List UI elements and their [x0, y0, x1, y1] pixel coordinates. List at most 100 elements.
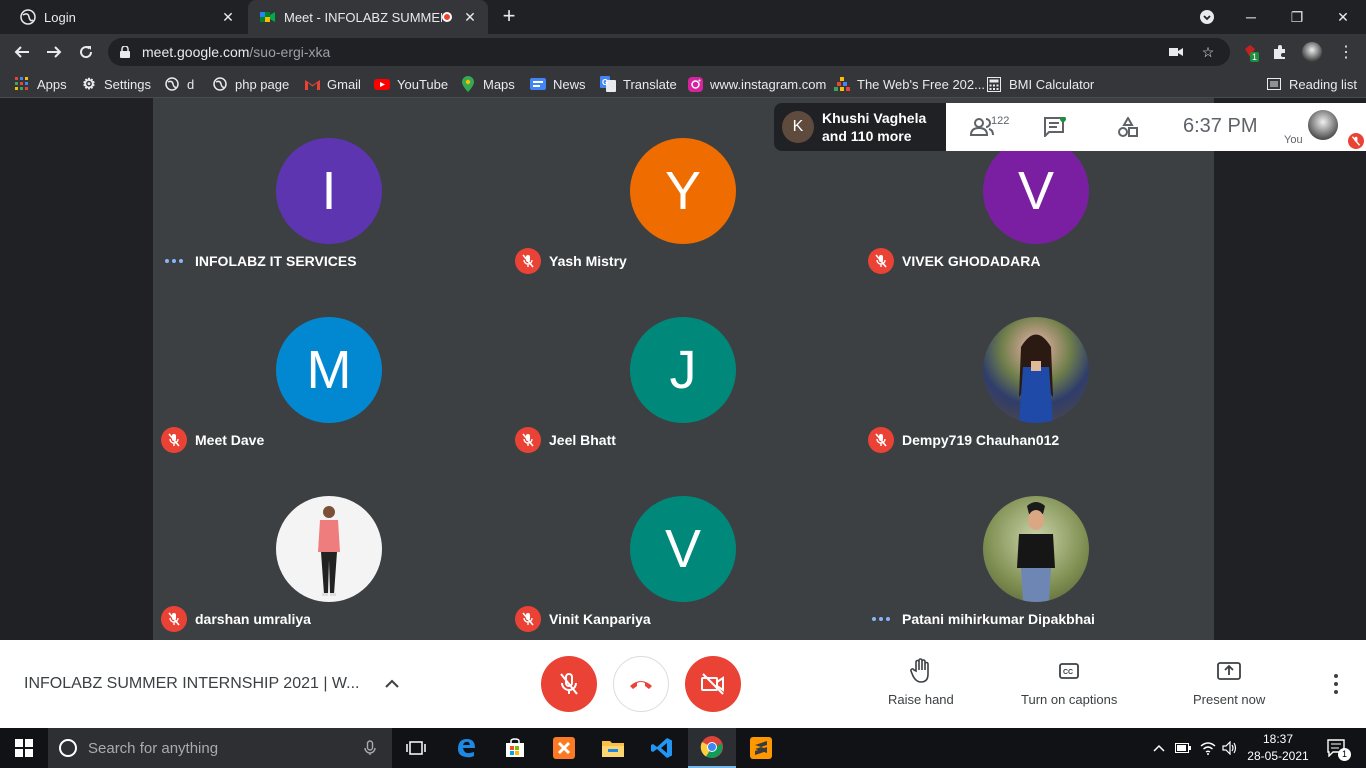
camera-permission-icon[interactable]: [1168, 44, 1184, 60]
new-tab-button[interactable]: +: [498, 5, 520, 28]
avatar: J: [630, 317, 736, 423]
participant-tile[interactable]: M Meet Dave: [153, 277, 507, 456]
avatar-initial: V: [1017, 161, 1055, 221]
mic-off-icon: [515, 248, 541, 274]
participant-name: Yash Mistry: [549, 253, 627, 269]
tab-login[interactable]: Login ✕: [8, 0, 246, 34]
participant-tile[interactable]: V Vinit Kanpariya: [507, 456, 861, 635]
volume-icon[interactable]: [1220, 728, 1240, 768]
bookmark-settings[interactable]: ⚙ Settings: [81, 70, 151, 98]
participant-name: INFOLABZ IT SERVICES: [195, 253, 357, 269]
meeting-controls-bar: INFOLABZ SUMMER INTERNSHIP 2021 | W... R…: [0, 640, 1366, 728]
raise-hand-button[interactable]: Raise hand: [888, 658, 954, 707]
edge-browser-icon[interactable]: [442, 728, 490, 768]
participant-name: darshan umraliya: [195, 611, 311, 627]
avatar: M: [276, 317, 382, 423]
more-options-icon[interactable]: [1326, 672, 1346, 696]
chat-icon[interactable]: [1044, 115, 1066, 139]
extension-icon[interactable]: 1: [1240, 42, 1260, 62]
back-arrow-icon[interactable]: [10, 40, 34, 64]
url-path: /suo-ergi-xka: [249, 44, 331, 60]
mic-off-icon: [161, 606, 187, 632]
close-tab-icon[interactable]: ✕: [220, 9, 236, 26]
participant-grid: I INFOLABZ IT SERVICES Y Yash Mistry V V…: [153, 98, 1214, 640]
bookmark-d[interactable]: d: [164, 70, 194, 98]
leave-call-button[interactable]: [613, 656, 669, 712]
chevron-up-icon[interactable]: [382, 674, 402, 694]
browser-tab-strip: Login ✕ Meet - INFOLABZ SUMMER INTERNSHI…: [0, 0, 1366, 34]
bookmark-star-icon[interactable]: ☆: [1200, 44, 1216, 60]
wifi-icon[interactable]: [1198, 728, 1218, 768]
meet-stage: I INFOLABZ IT SERVICES Y Yash Mistry V V…: [0, 98, 1366, 640]
bookmark-maps[interactable]: Maps: [460, 70, 515, 98]
reading-list[interactable]: Reading list: [1266, 70, 1357, 98]
bookmark-apps[interactable]: Apps: [14, 70, 67, 98]
participant-tile[interactable]: Patani mihirkumar Dipakbhai: [860, 456, 1214, 635]
microphone-icon[interactable]: [364, 740, 376, 756]
participant-tile[interactable]: I INFOLABZ IT SERVICES: [153, 98, 507, 277]
address-bar[interactable]: meet.google.com/suo-ergi-xka ☆: [108, 38, 1230, 66]
bookmark-php-page[interactable]: php page: [212, 70, 289, 98]
close-window-icon[interactable]: ✕: [1320, 0, 1366, 34]
notification-count: 1: [1338, 748, 1351, 761]
task-view-icon[interactable]: [392, 728, 440, 768]
maps-pin-icon: [460, 76, 476, 92]
restore-icon[interactable]: ❐: [1274, 0, 1320, 34]
svg-text:G: G: [602, 78, 608, 87]
windows-start-icon[interactable]: [0, 728, 48, 768]
close-tab-icon[interactable]: ✕: [462, 9, 478, 26]
cortana-circle-icon: [59, 739, 77, 757]
minimize-icon[interactable]: ─: [1228, 0, 1274, 34]
sublime-text-icon[interactable]: [737, 728, 785, 768]
avatar-initial: Y: [664, 161, 702, 221]
participant-tile[interactable]: darshan umraliya: [153, 456, 507, 635]
profile-avatar[interactable]: [1302, 42, 1322, 62]
meeting-title[interactable]: INFOLABZ SUMMER INTERNSHIP 2021 | W...: [24, 675, 359, 693]
url-text: meet.google.com/suo-ergi-xka: [142, 44, 330, 60]
taskbar-search[interactable]: Search for anything: [48, 728, 392, 768]
chrome-icon[interactable]: [688, 728, 736, 768]
meeting-clock: 6:37 PM: [1183, 115, 1258, 137]
bookmark-gmail[interactable]: Gmail: [304, 70, 361, 98]
participant-tile[interactable]: J Jeel Bhatt: [507, 277, 861, 456]
participant-name-row: Jeel Bhatt: [515, 427, 616, 453]
bookmark-bmi-calculator[interactable]: BMI Calculator: [986, 70, 1094, 98]
camera-toggle-button[interactable]: [685, 656, 741, 712]
tab-meet[interactable]: Meet - INFOLABZ SUMMER INTERNSHIP 2021 ✕: [248, 0, 488, 34]
bookmark-label: Apps: [37, 76, 67, 92]
tray-overflow-chevron-icon[interactable]: [1150, 728, 1168, 768]
vscode-icon[interactable]: [638, 728, 686, 768]
presenter-chip[interactable]: K Khushi Vaghela and 110 more: [774, 103, 948, 151]
bookmark-instagram[interactable]: www.instagram.com: [687, 70, 826, 98]
mic-off-icon: [868, 248, 894, 274]
self-avatar[interactable]: [1308, 110, 1338, 140]
xampp-icon[interactable]: [540, 728, 588, 768]
present-now-button[interactable]: Present now: [1193, 658, 1265, 707]
clock-date: 28-05-2021: [1247, 749, 1309, 763]
participant-tile[interactable]: Dempy719 Chauhan012: [860, 277, 1214, 456]
reading-list-icon: [1266, 76, 1282, 92]
battery-icon[interactable]: [1174, 728, 1192, 768]
store-icon[interactable]: [491, 728, 539, 768]
bookmark-translate[interactable]: G Translate: [600, 70, 677, 98]
recording-icon: [442, 12, 452, 22]
bookmark-news[interactable]: News: [530, 70, 586, 98]
system-clock[interactable]: 18:37 28-05-2021: [1240, 731, 1316, 765]
chrome-menu-icon[interactable]: ⋮: [1336, 42, 1356, 62]
tab-search-icon[interactable]: [1184, 0, 1230, 34]
lock-icon[interactable]: [120, 46, 130, 58]
reload-icon[interactable]: [74, 40, 98, 64]
puzzle-extensions-icon[interactable]: [1270, 42, 1290, 62]
forward-arrow-icon[interactable]: [42, 40, 66, 64]
captions-button[interactable]: CC Turn on captions: [1021, 658, 1117, 707]
bookmark-webs-free[interactable]: The Web's Free 202...: [834, 70, 985, 98]
avatar-photo: [983, 496, 1089, 602]
avatar: I: [276, 138, 382, 244]
notification-center-icon[interactable]: 1: [1320, 728, 1354, 768]
activities-icon[interactable]: [1118, 115, 1138, 139]
bookmark-youtube[interactable]: YouTube: [374, 70, 448, 98]
file-explorer-icon[interactable]: [589, 728, 637, 768]
translate-icon: G: [600, 76, 616, 92]
avatar: V: [630, 496, 736, 602]
mic-toggle-button[interactable]: [541, 656, 597, 712]
